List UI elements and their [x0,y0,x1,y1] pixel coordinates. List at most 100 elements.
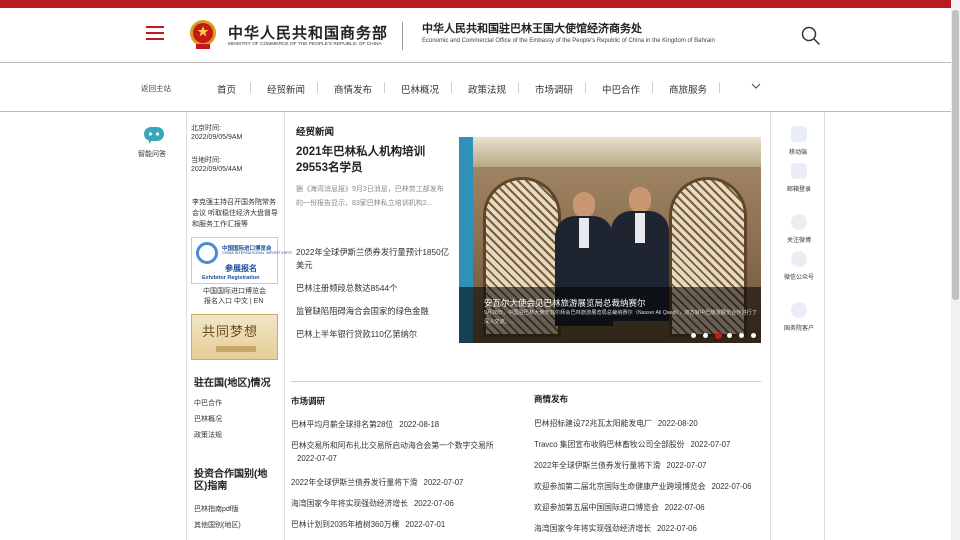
slider-caption-desc: 9月28日，中国驻巴林大使安瓦尔拜会巴林旅游展览局总裁纳赛尔（Nasser Al… [484,310,757,325]
nav-separator [317,82,318,93]
market-list-item[interactable]: 海湾国家今年将实现强劲经济增长 2022-07-06 [291,497,516,510]
right-label-weibo[interactable]: 关注微博 [787,235,811,244]
beijing-time-label: 北京时间: [191,125,221,132]
chat-bubble-icon[interactable] [143,125,165,145]
market-research-title[interactable]: 市场调研 [291,395,325,407]
chevron-down-icon[interactable] [750,80,762,92]
side-link-cooperation[interactable]: 中巴合作 [194,398,222,408]
mobile-icon[interactable] [791,126,807,142]
market-list-item[interactable]: 2022年全球伊斯兰债券发行量将下滑 2022-07-07 [291,476,516,489]
slider-dot[interactable] [727,333,732,338]
menu-icon[interactable] [146,26,164,40]
header-divider [402,22,403,50]
slider-dot[interactable] [739,333,744,338]
smart-qa-label[interactable]: 智能问答 [138,149,166,159]
trade-news-heading[interactable]: 经贸新闻 [296,124,334,138]
right-label-wechat[interactable]: 微信公众号 [784,272,814,281]
national-emblem-icon [190,20,216,49]
news-list-item[interactable]: 2022年全球伊斯兰债券发行量预计1850亿美元 [296,246,451,272]
business-list-item[interactable]: 2022年全球伊斯兰债券发行量将下滑 2022-07-07 [534,459,764,472]
section-divider [291,381,761,382]
ministry-logo-english: MINISTRY OF COMMERCE OF THE PEOPLE'S REP… [228,42,382,47]
expo-banner-english: CHINA INTERNATIONAL IMPORT EXPO [222,251,292,255]
business-list-item[interactable]: 巴林招标建设72兆瓦太阳能发电厂 2022-08-20 [534,417,764,430]
common-dream-banner[interactable]: 共同梦想 [191,314,278,360]
scrollbar-thumb[interactable] [952,10,959,300]
nav-item-cooperation[interactable]: 中巴合作 [602,82,640,96]
news-list-item[interactable]: 巴林上半年银行贷款110亿第纳尔 [296,328,451,341]
nav-item-home[interactable]: 首页 [217,82,236,96]
nav-item-trade-news[interactable]: 经贸新闻 [267,82,305,96]
nav-item-business-info[interactable]: 商情发布 [334,82,372,96]
nav-bottom-border [0,111,960,112]
nav-separator [518,82,519,93]
side-link-guide-pdf[interactable]: 巴林指南pdf版 [194,504,239,514]
business-info-title[interactable]: 商情发布 [534,393,568,405]
nav-separator [451,82,452,93]
nav-separator [652,82,653,93]
side-link-policies[interactable]: 政策法规 [194,430,222,440]
nav-back-to-main[interactable]: 返回主站 [141,83,171,94]
headline-summary: 据《海湾消息报》9月3日消息，巴林劳工部发布的一份报告显示，83家巴林私立培训机… [296,186,444,207]
expo-register-label: 参展报名 [225,264,257,273]
nav-separator [719,82,720,93]
dream-banner-ribbon [216,346,256,352]
nav-item-policies[interactable]: 政策法规 [468,82,506,96]
news-list-item[interactable]: 巴林注册频段总数达8544个 [296,282,451,295]
expo-register-english: Exhibitor Registration [202,275,260,281]
nav-separator [250,82,251,93]
weibo-icon[interactable] [791,214,807,230]
slider-dot[interactable] [751,333,756,338]
market-list-item[interactable]: 巴林平均月薪全球排名第28位 2022-08-18 [291,418,516,431]
site-header: 中华人民共和国商务部 MINISTRY OF COMMERCE OF THE P… [0,8,960,62]
nav-item-travel-services[interactable]: 商旅服务 [669,82,707,96]
beijing-time-value: 2022/09/05/9AM [191,134,243,141]
investment-guide-section-title: 投资合作国别(地区)指南 [194,469,268,492]
nav-separator [384,82,385,93]
side-news-link[interactable]: 李克强主持召开国务院常务会议 听取稳住经济大盘督导和服务工作汇报等 [192,197,280,230]
headline-title[interactable]: 2021年巴林私人机构培训29553名学员 [296,144,446,176]
ministry-logo-text[interactable]: 中华人民共和国商务部 [228,22,388,43]
main-column-border-right [770,112,771,540]
import-expo-banner[interactable]: 中国国际进口博览会 CHINA INTERNATIONAL IMPORT EXP… [191,237,292,284]
nav-item-market-research[interactable]: 市场调研 [535,82,573,96]
business-list-item[interactable]: 欢迎参加第五届中国国际进口博览会 2022-07-06 [534,501,764,514]
market-list-item[interactable]: 巴林计划到2035年植树360万棵 2022-07-01 [291,518,516,531]
slider-dot[interactable] [703,333,708,338]
mail-icon[interactable] [791,163,807,179]
slider-caption-title[interactable]: 安瓦尔大使会见巴林旅游展览局总裁纳赛尔 [484,297,646,309]
office-title: 中华人民共和国驻巴林王国大使馆经济商务处 [422,23,642,35]
wechat-icon[interactable] [791,251,807,267]
right-label-state-council[interactable]: 国务院客户 [784,323,814,332]
nav-separator [585,82,586,93]
main-column-border-left [284,112,285,540]
left-column-border [186,112,187,540]
photo-ceiling [473,137,761,167]
business-list-item[interactable]: 欢迎参加第二届北京国际生命健康产业跨境博览会 2022-07-06 [534,480,764,493]
main-nav: 返回主站 首页 经贸新闻 商情发布 巴林概况 政策法规 市场调研 中巴合作 商旅… [0,63,960,111]
business-list-item[interactable]: Travco 集团宣布收购巴林畜牧公司全部股份 2022-07-07 [534,438,764,451]
right-column-border [824,112,825,540]
expo-logo-icon [196,242,218,264]
right-label-mobile[interactable]: 移动端 [789,147,807,156]
slider-dot[interactable] [715,332,722,339]
dream-banner-text: 共同梦想 [202,325,259,340]
side-link-overview[interactable]: 巴林概况 [194,414,222,424]
expo-caption: 中国国际进口博览会 [203,288,266,295]
state-council-icon[interactable] [791,302,807,318]
business-list-item[interactable]: 海湾国家今年将实现强劲经济增长 2022-07-06 [534,522,764,535]
featured-news-slider[interactable]: 安瓦尔大使会见巴林旅游展览局总裁纳赛尔 9月28日，中国驻巴林大使安瓦尔拜会巴林… [459,137,761,343]
expo-register-links[interactable]: 报名入口 中文 | EN [204,296,263,306]
top-accent-bar [0,0,960,8]
host-country-section-title: 驻在国(地区)情况 [194,378,271,389]
local-time-value: 2022/09/05/4AM [191,166,243,173]
nav-item-bahrain-overview[interactable]: 巴林概况 [401,82,439,96]
right-label-mail[interactable]: 邮箱登录 [787,184,811,193]
side-link-other-countries[interactable]: 其他国别(地区) [194,520,241,530]
market-list-item[interactable]: 巴林交易所和阿布扎比交易所启动海合会第一个数字交易所2022-07-07 [291,439,516,465]
news-list-item[interactable]: 监管缺陷阻碍海合会国家的绿色金融 [296,305,451,318]
search-icon[interactable] [801,26,821,46]
local-time-label: 当地时间: [191,157,221,164]
office-title-english: Economic and Commercial Office of the Em… [422,38,715,44]
slider-dot[interactable] [691,333,696,338]
